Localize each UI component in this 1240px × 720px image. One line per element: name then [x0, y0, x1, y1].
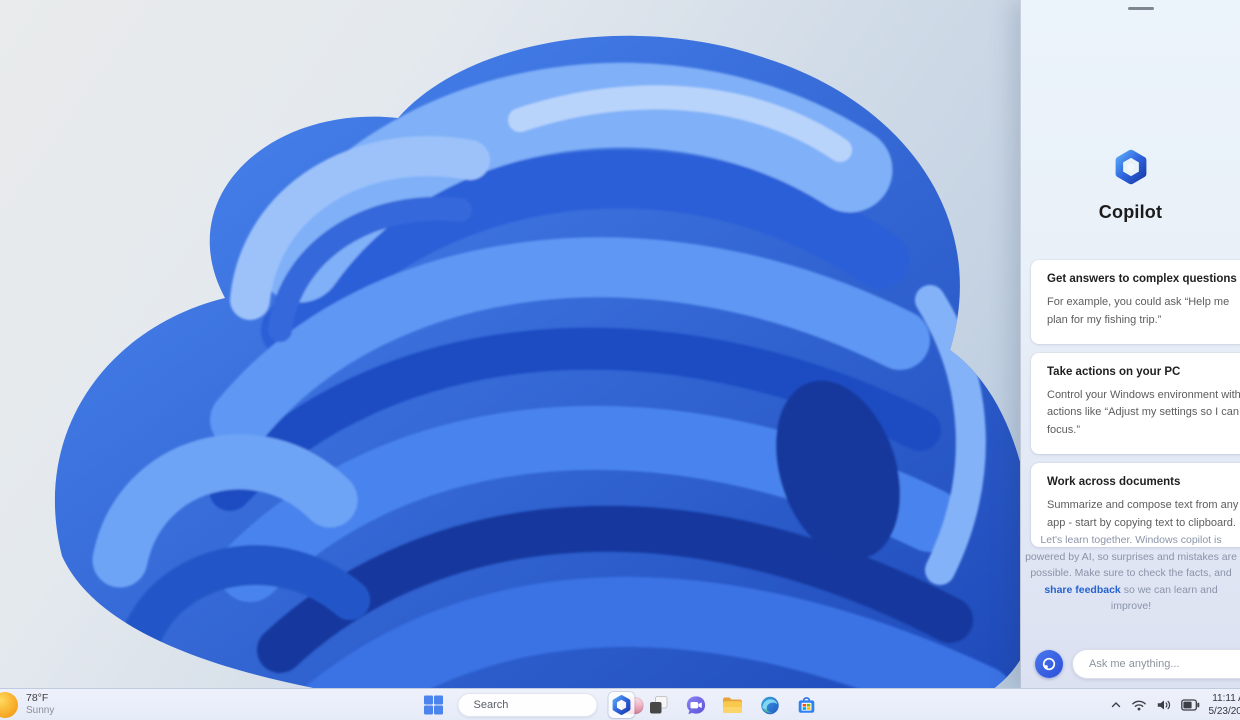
chat-input-row [1035, 649, 1240, 679]
volume-icon[interactable] [1156, 698, 1172, 712]
card-body: Control your Windows environment with ac… [1047, 388, 1240, 437]
microsoft-store-icon [798, 697, 815, 713]
copilot-logo-icon [1112, 148, 1150, 186]
edge-icon [760, 696, 779, 714]
taskbar-copilot-button[interactable] [608, 692, 635, 718]
chevron-up-icon [1111, 702, 1120, 708]
chat-icon [686, 695, 705, 714]
weather-condition: Sunny [26, 705, 55, 717]
battery-icon[interactable] [1180, 699, 1200, 711]
windows-logo-icon [424, 695, 443, 715]
file-explorer-button[interactable] [720, 692, 746, 718]
weather-widget[interactable]: 78°F Sunny [0, 689, 62, 720]
disclaimer-text-after: so we can learn and improve! [1110, 583, 1218, 613]
panel-drag-handle[interactable] [1128, 7, 1154, 10]
headset-icon [1042, 657, 1056, 671]
intro-card-actions: Take actions on your PC Control your Win… [1031, 352, 1240, 455]
folder-icon [723, 697, 742, 713]
system-tray: 11:11 AM 5/23/2023 [1110, 689, 1240, 720]
windows-desktop-screen: Copilot Get answers to complex questions… [0, 0, 1240, 720]
chat-input[interactable] [1072, 649, 1240, 679]
search-box[interactable] [457, 693, 644, 717]
clock[interactable]: 11:11 AM 5/23/2023 [1209, 692, 1240, 718]
start-button[interactable] [421, 692, 447, 718]
card-body: Summarize and compose text from any app … [1047, 499, 1239, 529]
search-input[interactable] [473, 699, 616, 711]
taskbar-center-icons [421, 689, 820, 720]
wifi-icon[interactable] [1131, 698, 1147, 712]
copilot-disclaimer: Let's learn together. Windows copilot is… [1025, 532, 1237, 615]
disclaimer-text-before: Let's learn together. Windows copilot is… [1025, 534, 1237, 580]
task-view-icon [650, 696, 668, 714]
edge-button[interactable] [757, 692, 783, 718]
clock-time: 11:11 AM [1212, 693, 1240, 704]
card-title: Get answers to complex questions [1047, 273, 1237, 285]
copilot-avatar-button[interactable] [1035, 650, 1063, 678]
weather-temperature: 78°F [26, 692, 49, 705]
bloom-wallpaper-art [54, 35, 1020, 688]
panel-title: Copilot [1098, 202, 1163, 222]
tray-chevron-button[interactable] [1110, 699, 1122, 711]
copilot-icon [611, 694, 633, 716]
copilot-panel: Copilot Get answers to complex questions… [1020, 0, 1240, 688]
intro-card-answers: Get answers to complex questions For exa… [1031, 260, 1240, 344]
intro-cards: Get answers to complex questions For exa… [1031, 260, 1240, 547]
chat-button[interactable] [683, 692, 709, 718]
sun-icon [0, 692, 18, 718]
card-title: Take actions on your PC [1047, 365, 1181, 378]
desktop-wallpaper [0, 0, 1020, 688]
share-feedback-link[interactable]: share feedback [1044, 584, 1120, 596]
taskbar: 78°F Sunny Search 11:11 5/23/20 [0, 688, 1240, 720]
card-title: Work across documents [1047, 476, 1181, 489]
card-body: For example, you could ask “Help me plan… [1047, 296, 1230, 326]
clock-date: 5/23/2023 [1208, 706, 1240, 717]
task-view-button[interactable] [646, 692, 672, 718]
store-button[interactable] [794, 692, 820, 718]
